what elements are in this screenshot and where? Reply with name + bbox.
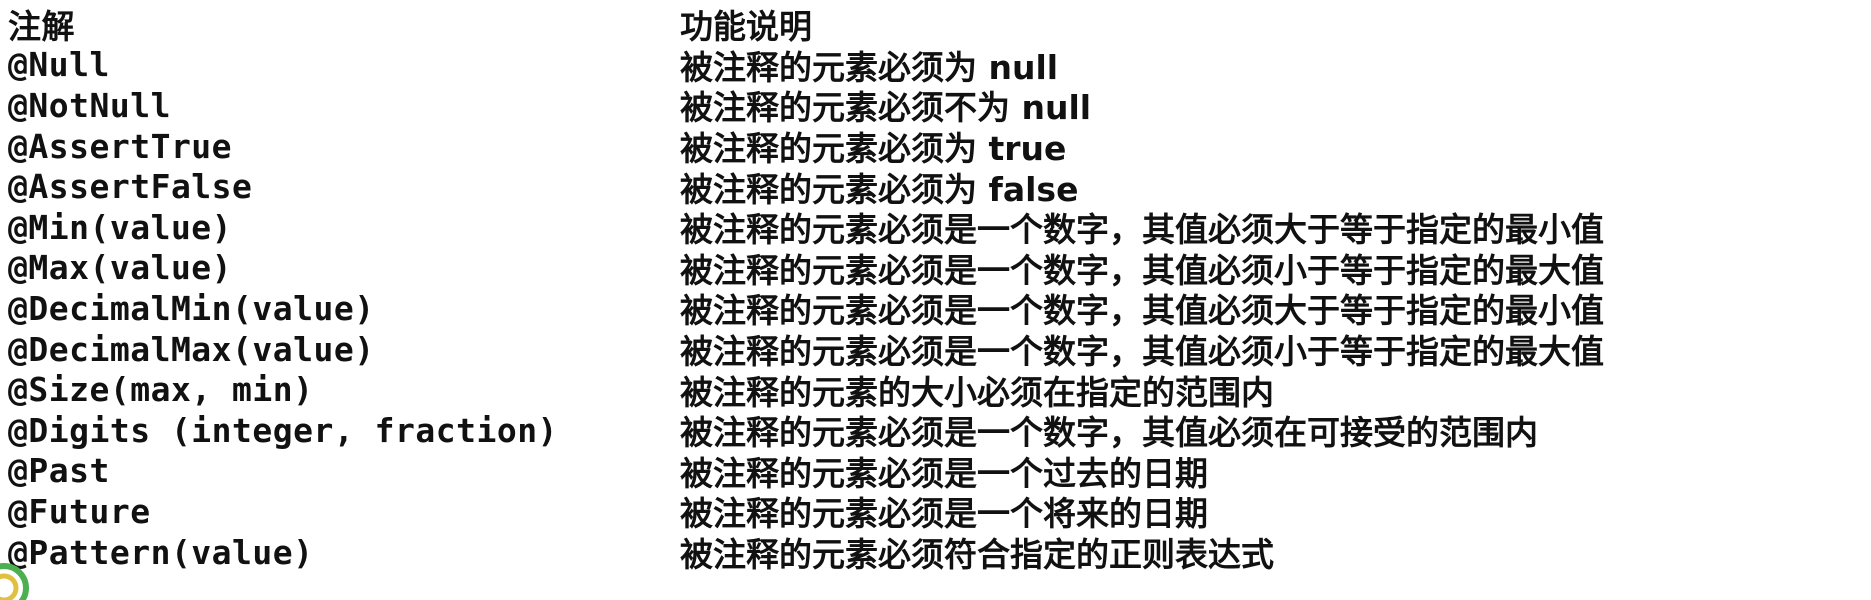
annotation-cell: @AssertFalse: [8, 167, 253, 207]
table-row: @Future 被注释的元素必须是一个将来的日期: [8, 491, 1864, 534]
annotation-cell: @Null: [8, 45, 110, 85]
table-row: @Past 被注释的元素必须是一个过去的日期: [8, 451, 1864, 493]
table-row: @Null 被注释的元素必须为 null: [8, 45, 1864, 87]
annotation-cell: @DecimalMin(value): [8, 288, 375, 328]
annotation-cell: @Pattern(value): [8, 532, 314, 572]
table-row: @AssertFalse 被注释的元素必须为 false: [8, 166, 1864, 209]
table-row: @DecimalMin(value) 被注释的元素必须是一个数字，其值必须大于等…: [8, 288, 1864, 331]
table-row: @Max(value) 被注释的元素必须是一个数字，其值必须小于等于指定的最大值: [8, 248, 1864, 290]
annotation-cell: @Min(value): [8, 207, 233, 247]
table-row: @Size(max, min) 被注释的元素的大小必须在指定的范围内: [8, 369, 1864, 412]
annotation-cell: @NotNull: [8, 85, 171, 125]
table-row: @NotNull 被注释的元素必须不为 null: [8, 85, 1864, 128]
description-cell: 被注释的元素必须符合指定的正则表达式: [680, 535, 1274, 575]
table-row: @DecimalMax(value) 被注释的元素必须是一个数字，其值必须小于等…: [8, 329, 1864, 372]
annotation-cell: @Digits (integer, fraction): [8, 410, 558, 450]
table-header-row: 注解 功能说明: [8, 4, 1864, 46]
table-row: @Pattern(value) 被注释的元素必须符合指定的正则表达式: [8, 532, 1864, 575]
table-row: @Digits (integer, fraction) 被注释的元素必须是一个数…: [8, 410, 1864, 453]
annotation-cell: @Size(max, min): [8, 370, 314, 410]
header-annotation: 注解: [8, 7, 75, 47]
annotation-cell: @Max(value): [8, 248, 233, 288]
annotation-cell: @DecimalMax(value): [8, 329, 375, 369]
annotation-cell: @Past: [8, 451, 110, 491]
annotation-table: 注解 功能说明 @Null 被注释的元素必须为 null @NotNull 被注…: [8, 4, 1864, 584]
corner-decoration-icon: [0, 563, 29, 600]
decor-yellow-arc: [0, 573, 19, 600]
table-row: @AssertTrue 被注释的元素必须为 true: [8, 126, 1864, 169]
table-row: @Min(value) 被注释的元素必须是一个数字，其值必须大于等于指定的最小值: [8, 207, 1864, 250]
annotation-cell: @AssertTrue: [8, 126, 233, 166]
annotation-cell: @Future: [8, 491, 151, 531]
